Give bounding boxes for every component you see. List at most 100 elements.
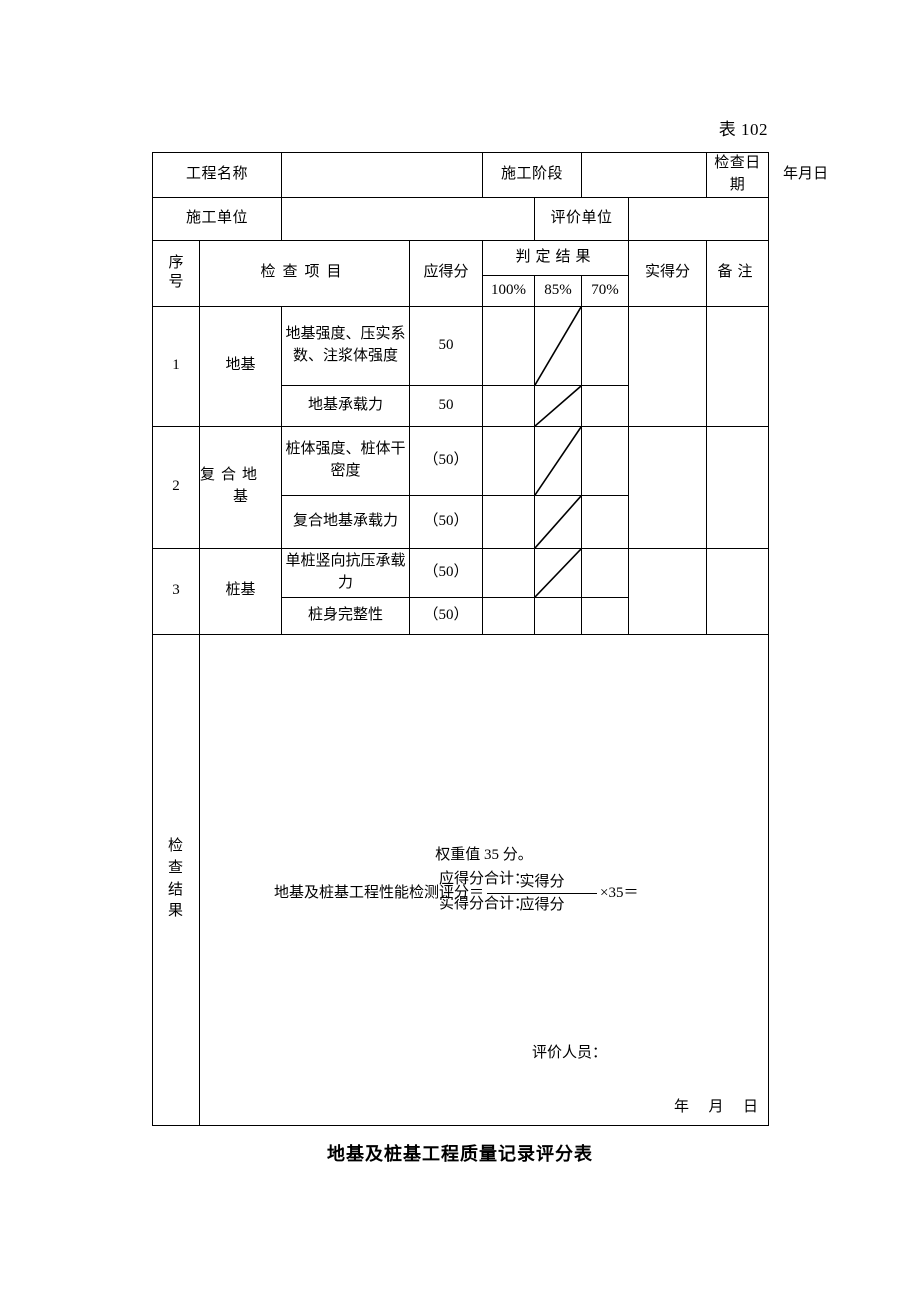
formula-fraction: 实得分 应得分 <box>487 873 598 916</box>
row-item-name: 单桩竖向抗压承载力 <box>281 547 411 598</box>
evaluation-unit-value[interactable] <box>628 196 770 241</box>
diagonal-slash-icon <box>535 307 581 385</box>
row-seq: 1 <box>152 305 200 427</box>
row-seq: 3 <box>152 547 200 635</box>
row-due-score: （50） <box>409 494 484 549</box>
column-header-judgement-result: 判定结果 <box>482 239 630 276</box>
row-group-name: 桩基 <box>198 547 283 635</box>
result-date-day-label: 日 <box>743 1098 759 1115</box>
row-actual-score[interactable] <box>628 305 708 427</box>
row-judge-70[interactable] <box>581 384 630 427</box>
evaluator-label: 评价人员： <box>532 1044 608 1061</box>
row-actual-score[interactable] <box>628 547 708 635</box>
diagonal-slash-icon <box>535 496 581 548</box>
document-title: 地基及桩基工程质量记录评分表 <box>327 1144 593 1164</box>
scoring-formula: 地基及桩基工程性能检测评分＝ 实得分 应得分 ×35＝ <box>274 873 638 916</box>
row-due-score: （50） <box>409 547 484 598</box>
seq-label-line2: 号 <box>168 274 184 290</box>
row-judge-70[interactable] <box>581 425 630 496</box>
row-item-name: 复合地基承载力 <box>281 494 411 549</box>
row-judge-70[interactable] <box>581 305 630 386</box>
row-remarks[interactable] <box>706 425 770 549</box>
date-year-label: 年 <box>783 165 799 182</box>
formula-prefix: 地基及桩基工程性能检测评分＝ <box>274 884 485 901</box>
column-header-remarks: 备注 <box>706 239 770 307</box>
row-judge-100[interactable] <box>482 425 536 496</box>
column-header-pct-70: 70% <box>581 274 630 307</box>
result-date-month-label: 月 <box>708 1098 724 1115</box>
row-judge-85[interactable] <box>534 384 583 427</box>
scoring-form-table: 工程名称 施工阶段 检查日期 年 月 日 施工单位 评价单位 序 号 检查项目 … <box>151 152 828 1126</box>
row-judge-100[interactable] <box>482 547 536 598</box>
construction-stage-value[interactable] <box>581 152 708 198</box>
header-row-units: 施工单位 评价单位 <box>151 196 770 241</box>
result-label-char-3: 结 <box>167 881 184 898</box>
row-group-name-line1: 复合地 <box>200 467 257 484</box>
evaluation-unit-label: 评价单位 <box>534 196 630 241</box>
formula-numerator: 实得分 <box>519 873 565 890</box>
diagonal-slash-icon <box>535 427 581 495</box>
construction-unit-value[interactable] <box>281 196 536 241</box>
row-group-name: 地基 <box>198 305 283 427</box>
date-month-label: 月 <box>798 165 814 182</box>
row-item-name: 地基强度、压实系数、注浆体强度 <box>281 305 411 386</box>
result-label-char-4: 果 <box>167 903 184 920</box>
column-header-actual-score: 实得分 <box>628 239 708 307</box>
row-judge-85[interactable] <box>534 547 583 598</box>
weight-value-line: 权重值 35 分。 <box>435 847 533 864</box>
row-due-score: （50） <box>409 596 484 635</box>
column-header-row-top: 序 号 检查项目 应得分 判定结果 实得分 备注 <box>152 239 770 307</box>
row-item-name: 地基承载力 <box>281 384 411 427</box>
row-group-name-line2: 基 <box>233 489 249 505</box>
column-header-pct-85: 85% <box>534 274 583 307</box>
diagonal-slash-icon <box>535 386 581 426</box>
column-header-seq: 序 号 <box>152 239 200 307</box>
project-name-label: 工程名称 <box>151 152 283 198</box>
column-header-inspection-item: 检查项目 <box>198 239 411 307</box>
formula-suffix: ×35＝ <box>600 884 639 901</box>
project-name-value[interactable] <box>281 152 484 198</box>
row-judge-85[interactable] <box>534 425 583 496</box>
row-judge-85[interactable] <box>534 494 583 549</box>
diagonal-slash-icon <box>535 549 581 597</box>
row-item-name: 桩身完整性 <box>281 596 411 635</box>
header-row-project: 工程名称 施工阶段 检查日期 年 月 日 <box>151 152 828 198</box>
row-item-name: 桩体强度、桩体干密度 <box>281 425 411 496</box>
row-judge-100[interactable] <box>482 305 536 386</box>
inspection-date-label: 检查日期 <box>706 152 770 198</box>
row-due-score: 50 <box>409 305 484 386</box>
column-header-due-score: 应得分 <box>409 239 484 307</box>
row-judge-100[interactable] <box>482 494 536 549</box>
row-judge-100[interactable] <box>482 384 536 427</box>
row-judge-70[interactable] <box>581 596 630 635</box>
result-date-year-label: 年 <box>674 1098 690 1115</box>
formula-denominator: 应得分 <box>519 897 565 914</box>
row-judge-100[interactable] <box>482 596 536 635</box>
inspection-result-label: 检 查 结 果 <box>152 633 200 1126</box>
row-seq: 2 <box>152 425 200 549</box>
table-number-caption: 表 102 <box>718 120 768 139</box>
row-judge-85[interactable] <box>534 305 583 386</box>
row-due-score: （50） <box>409 425 484 496</box>
table-row: 2 复合地 基 桩体强度、桩体干密度 （50） <box>152 425 770 549</box>
row-judge-70[interactable] <box>581 547 630 598</box>
row-judge-70[interactable] <box>581 494 630 549</box>
result-label-char-1: 检 <box>167 838 184 854</box>
result-date-line: 年 月 日 <box>674 1097 758 1119</box>
row-group-name: 复合地 基 <box>198 425 283 549</box>
document-page: 表 102 工程名称 施工阶段 检查日期 年 月 日 施工单位 评价单位 序 号… <box>0 0 920 1302</box>
table-row: 1 地基 地基强度、压实系数、注浆体强度 50 <box>152 305 770 427</box>
inspection-result-row: 检 查 结 果 权重值 35 分。 应得分合计： 实得分合计： 地基及桩基工程性… <box>152 633 770 1126</box>
result-label-char-2: 查 <box>167 859 184 876</box>
inspection-result-body[interactable]: 权重值 35 分。 应得分合计： 实得分合计： 地基及桩基工程性能检测评分＝ 实… <box>198 633 770 1126</box>
row-judge-85[interactable] <box>534 596 583 635</box>
column-header-pct-100: 100% <box>482 274 536 307</box>
seq-label-line1: 序 <box>168 255 184 272</box>
row-actual-score[interactable] <box>628 425 708 549</box>
construction-stage-label: 施工阶段 <box>482 152 583 198</box>
row-remarks[interactable] <box>706 305 770 427</box>
table-row: 3 桩基 单桩竖向抗压承载力 （50） <box>152 547 770 635</box>
construction-unit-label: 施工单位 <box>151 196 283 241</box>
date-day-label: 日 <box>813 165 829 182</box>
row-remarks[interactable] <box>706 547 770 635</box>
